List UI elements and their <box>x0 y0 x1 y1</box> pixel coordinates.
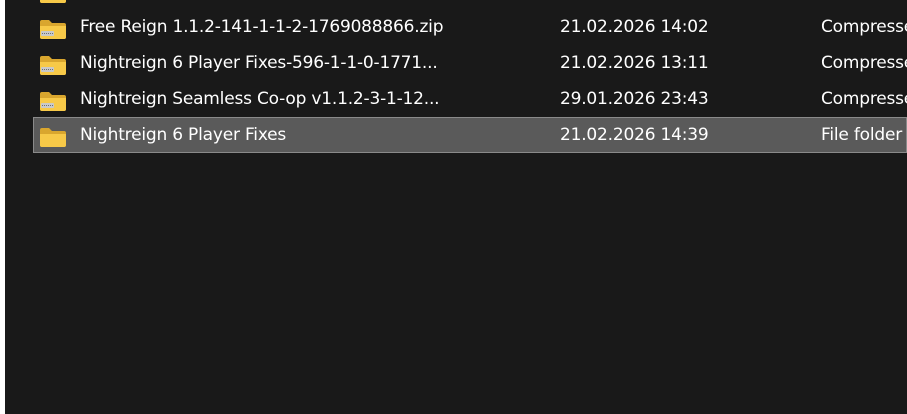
file-name: Free Reign 1.1.2-141-1-1-2-1769088866.zi… <box>80 17 444 37</box>
file-type: Compressed (zipped) Folder <box>821 17 907 37</box>
date-modified: 21.02.2026 14:03 <box>560 0 790 9</box>
date-modified: 29.01.2026 23:43 <box>560 89 709 109</box>
file-row[interactable]: Free Reign 1.1.2-141-1-1-2-1769088866.zi… <box>33 9 907 45</box>
file-row[interactable]: Valid_Relics 21.02.2026 14:03 File folde… <box>33 0 907 9</box>
file-name: Valid_Relics <box>80 0 540 9</box>
folder-icon <box>39 125 67 147</box>
file-type: File folder <box>821 125 902 145</box>
file-row-selected[interactable]: Nightreign 6 Player Fixes 21.02.2026 14:… <box>33 117 907 153</box>
file-row[interactable]: Nightreign 6 Player Fixes-596-1-1-0-1771… <box>33 45 907 81</box>
file-name: Nightreign Seamless Co-op v1.1.2-3-1-12.… <box>80 89 440 109</box>
file-type: Compressed (zipped) Folder <box>821 89 907 109</box>
file-type: Compressed (zipped) Folder <box>821 53 907 73</box>
folder-icon <box>39 0 67 3</box>
window-frame: Valid_Relics 21.02.2026 14:03 File folde… <box>0 0 907 414</box>
file-row[interactable]: Nightreign Seamless Co-op v1.1.2-3-1-12.… <box>33 81 907 117</box>
file-list-pane: Valid_Relics 21.02.2026 14:03 File folde… <box>5 0 907 414</box>
date-modified: 21.02.2026 13:11 <box>560 53 709 73</box>
file-list: Valid_Relics 21.02.2026 14:03 File folde… <box>5 0 907 153</box>
date-modified: 21.02.2026 14:02 <box>560 17 709 37</box>
file-type: File folder <box>821 0 907 9</box>
zip-folder-icon <box>39 53 67 75</box>
zip-folder-icon <box>39 17 67 39</box>
file-name: Nightreign 6 Player Fixes <box>80 125 287 145</box>
zip-folder-icon <box>39 89 67 111</box>
date-modified: 21.02.2026 14:39 <box>560 125 709 145</box>
file-name: Nightreign 6 Player Fixes-596-1-1-0-1771… <box>80 53 438 73</box>
